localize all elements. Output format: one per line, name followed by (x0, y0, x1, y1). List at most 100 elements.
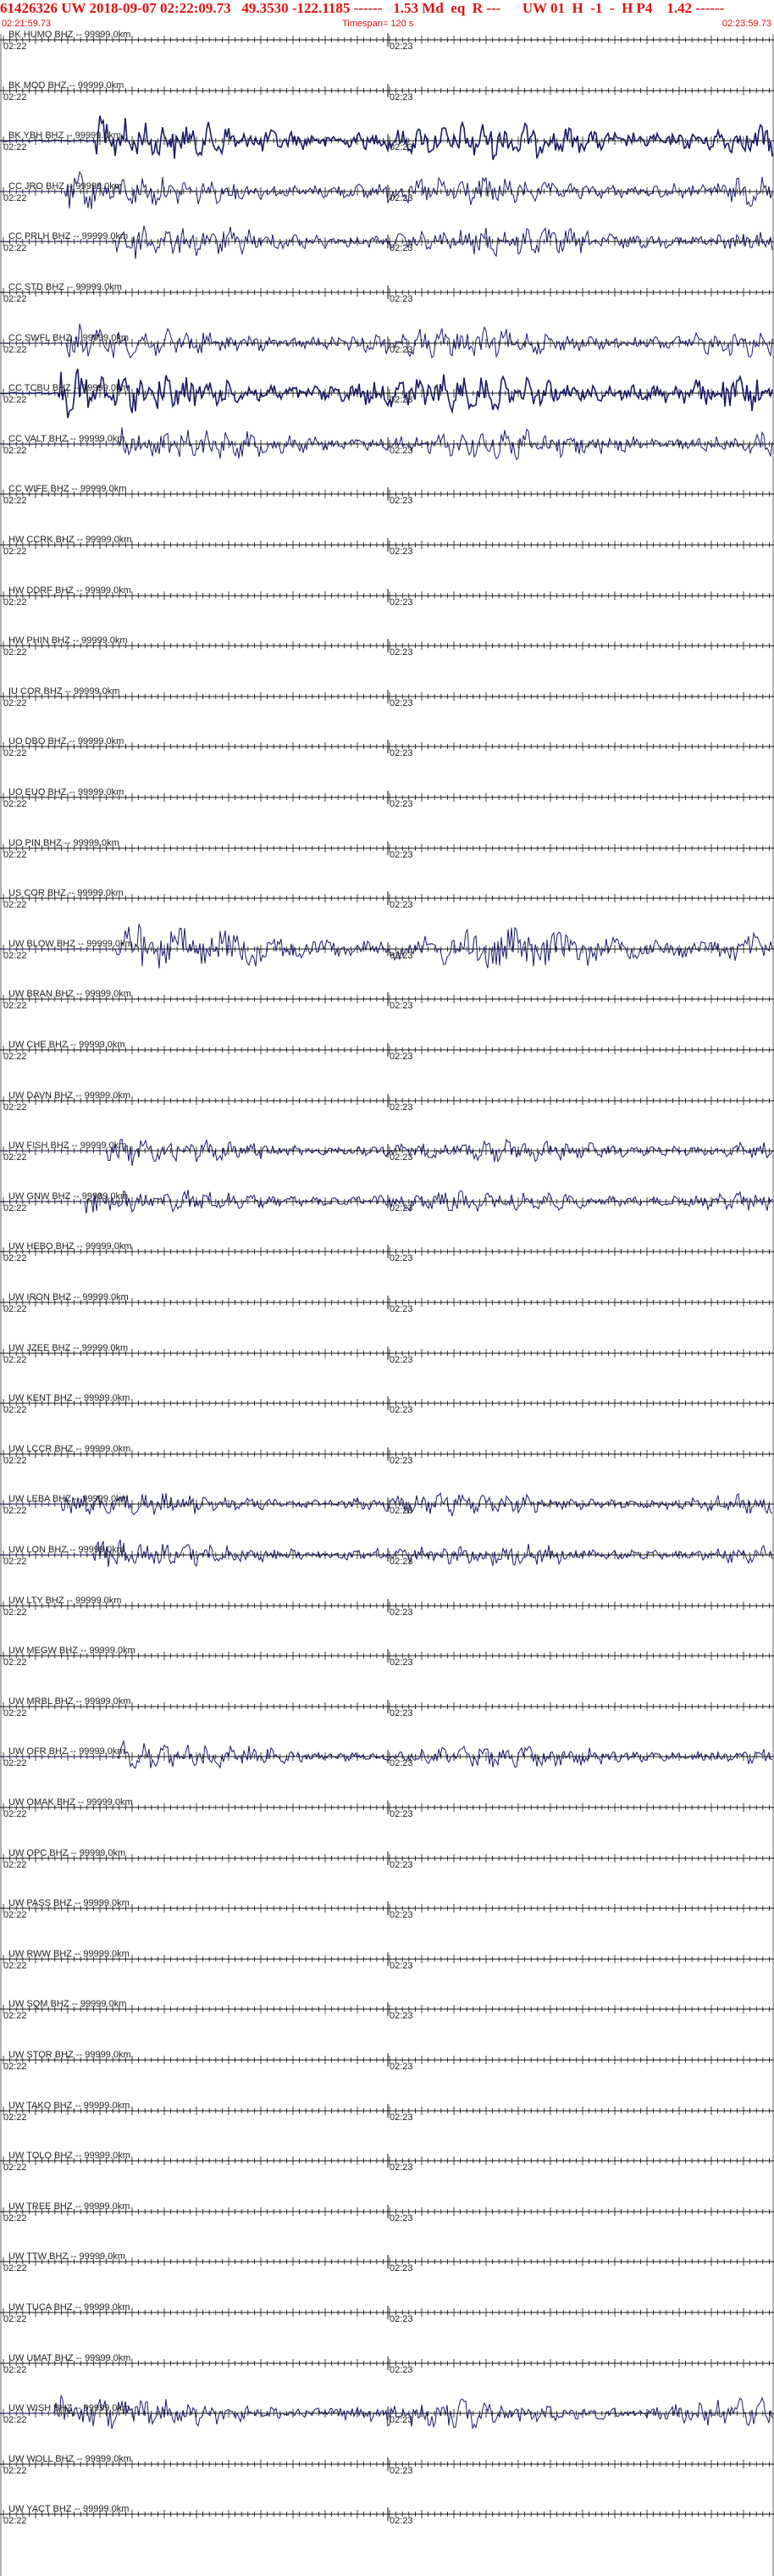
station-label: UW PASS BHZ -- 99999.0km (8, 1898, 130, 1908)
time-label-mid: 02:23 (390, 2213, 413, 2223)
station-label: UW FISH BHZ -- 99999.0km (8, 1141, 127, 1151)
station-label: UW WISH BHZ -- 99999.0km (8, 2403, 130, 2413)
station-label: HW CCRK BHZ -- 99999.0km (8, 535, 132, 545)
time-label-left: 02:22 (3, 92, 27, 103)
time-label-mid: 02:23 (390, 799, 413, 809)
time-label-left: 02:22 (3, 1607, 27, 1618)
station-label: UW HEBO BHZ -- 99999.0km (8, 1241, 132, 1252)
time-label-left: 02:22 (3, 1809, 27, 1819)
station-label: UW JZEE BHZ -- 99999.0km (8, 1343, 129, 1353)
time-label-left: 02:22 (3, 496, 27, 506)
station-label: HW DDRF BHZ -- 99999.0km (8, 586, 131, 596)
time-label-mid: 02:23 (390, 850, 413, 860)
time-label-left: 02:22 (3, 2314, 27, 2324)
time-label-left: 02:22 (3, 2516, 27, 2526)
station-label: UW LTY BHZ -- 99999.0km (8, 1596, 122, 1606)
time-label-mid: 02:23 (390, 193, 413, 203)
time-label-left: 02:22 (3, 850, 27, 860)
time-label-left: 02:22 (3, 1860, 27, 1870)
time-label-mid: 02:23 (390, 748, 413, 758)
time-label-mid: 02:23 (390, 2466, 413, 2476)
time-label-mid: 02:23 (390, 1961, 413, 1971)
time-label-left: 02:22 (3, 142, 27, 153)
station-label: CC STD BHZ -- 99999.0km (8, 282, 122, 292)
time-label-left: 02:22 (3, 1557, 27, 1567)
time-label-left: 02:22 (3, 1152, 27, 1163)
time-label-mid: 02:23 (390, 1001, 413, 1011)
time-label-mid: 02:23 (390, 2415, 413, 2425)
time-label-mid: 02:23 (390, 1355, 413, 1365)
time-label-mid: 02:23 (390, 1253, 413, 1263)
time-label-left: 02:22 (3, 1405, 27, 1415)
time-label-left: 02:22 (3, 698, 27, 708)
station-label: UW BLOW BHZ -- 99999.0km (8, 939, 133, 949)
time-label-mid: 02:23 (390, 1607, 413, 1618)
time-label-mid: 02:23 (390, 1405, 413, 1415)
time-label-left: 02:22 (3, 1708, 27, 1718)
station-label: UW KENT BHZ -- 99999.0km (8, 1393, 130, 1403)
station-label: UW MEGW BHZ -- 99999.0km (8, 1646, 135, 1656)
time-label-left: 02:22 (3, 1961, 27, 1971)
time-label-mid: 02:23 (390, 1152, 413, 1163)
time-label-mid: 02:23 (390, 2062, 413, 2072)
time-label-mid: 02:23 (390, 951, 413, 961)
time-label-mid: 02:23 (390, 142, 413, 153)
station-label: UW CHE BHZ -- 99999.0km (8, 1040, 125, 1050)
time-label-left: 02:22 (3, 597, 27, 608)
time-label-left: 02:22 (3, 2112, 27, 2123)
station-label: UW WOLL BHZ -- 99999.0km (8, 2454, 132, 2464)
station-label: UW MRBL BHZ -- 99999.0km (8, 1696, 131, 1707)
time-label-mid: 02:23 (390, 243, 413, 253)
time-label-left: 02:22 (3, 243, 27, 253)
time-label-mid: 02:23 (390, 92, 413, 103)
time-label-mid: 02:23 (390, 496, 413, 506)
time-label-left: 02:22 (3, 1657, 27, 1668)
station-label: UW IRON BHZ -- 99999.0km (8, 1292, 129, 1302)
time-label-left: 02:22 (3, 1355, 27, 1365)
station-label: BK YBH BHZ -- 99999.0km (8, 130, 122, 141)
time-label-left: 02:22 (3, 1758, 27, 1768)
station-label: UW TAKO BHZ -- 99999.0km (8, 2101, 130, 2111)
time-label-left: 02:22 (3, 799, 27, 809)
time-label-left: 02:22 (3, 2263, 27, 2273)
time-label-left: 02:22 (3, 1102, 27, 1113)
station-label: UW OFR BHZ -- 99999.0km (8, 1746, 125, 1757)
time-label-mid: 02:23 (390, 547, 413, 557)
time-label-mid: 02:23 (390, 900, 413, 910)
time-label-mid: 02:23 (390, 446, 413, 456)
time-label-left: 02:22 (3, 1203, 27, 1213)
time-label-left: 02:22 (3, 2365, 27, 2375)
time-label-mid: 02:23 (390, 2162, 413, 2173)
time-label-mid: 02:23 (390, 1304, 413, 1314)
time-label-left: 02:22 (3, 1506, 27, 1516)
station-label: CC TCBU BHZ -- 99999.0km (8, 383, 129, 393)
time-label-mid: 02:23 (390, 1708, 413, 1718)
station-label: UW GNW BHZ -- 99999.0km (8, 1191, 129, 1202)
time-label-mid: 02:23 (390, 2314, 413, 2324)
time-label-left: 02:22 (3, 1253, 27, 1263)
time-label-left: 02:22 (3, 1304, 27, 1314)
station-label: UW TUCA BHZ -- 99999.0km (8, 2302, 130, 2312)
time-label-mid: 02:23 (390, 1657, 413, 1668)
seismogram-panel: BK HUMO BHZ -- 99999.0km 02:22 02:23 BK MOD… (0, 0, 774, 2576)
time-label-left: 02:22 (3, 294, 27, 304)
time-label-mid: 02:23 (390, 597, 413, 608)
time-label-mid: 02:23 (390, 2263, 413, 2273)
station-label: HW PHIN BHZ -- 99999.0km (8, 636, 128, 646)
time-label-left: 02:22 (3, 395, 27, 405)
time-label-left: 02:22 (3, 42, 27, 52)
station-label: IU COR BHZ -- 99999.0km (8, 686, 120, 697)
time-label-mid: 02:23 (390, 2516, 413, 2526)
time-label-left: 02:22 (3, 1001, 27, 1011)
time-label-left: 02:22 (3, 547, 27, 557)
station-label: UW UMAT BHZ -- 99999.0km (8, 2353, 131, 2363)
time-label-mid: 02:23 (390, 1456, 413, 1466)
time-label-mid: 02:23 (390, 2112, 413, 2123)
time-label-mid: 02:23 (390, 1860, 413, 1870)
station-label: CC JRO BHZ -- 99999.0km (8, 181, 122, 192)
station-label: UW YACT BHZ -- 99999.0km (8, 2504, 130, 2514)
station-label: UO DBO BHZ -- 99999.0km (8, 736, 124, 747)
time-label-left: 02:22 (3, 951, 27, 961)
time-label-left: 02:22 (3, 2415, 27, 2425)
time-label-mid: 02:23 (390, 42, 413, 52)
